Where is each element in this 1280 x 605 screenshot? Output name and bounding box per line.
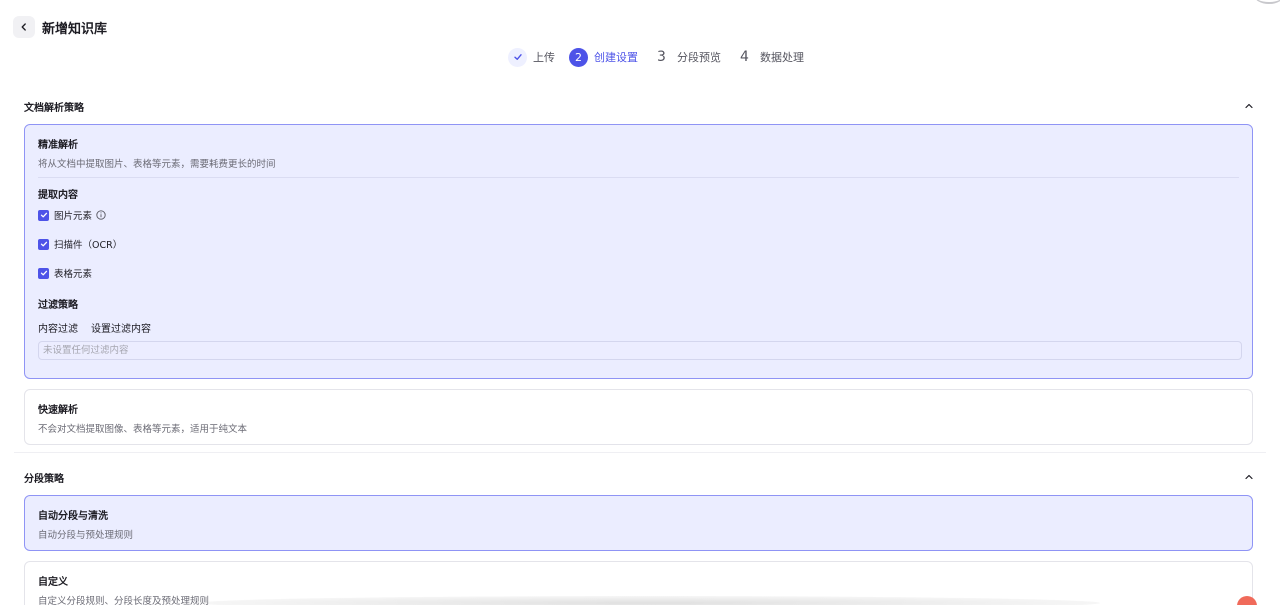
page-header: 新增知识库 — [0, 0, 1280, 52]
step-label: 创建设置 — [594, 51, 638, 64]
chevron-up-icon[interactable] — [1242, 99, 1256, 113]
info-icon[interactable] — [96, 210, 106, 220]
precise-parse-card[interactable]: 精准解析 将从文档中提取图片、表格等元素，需要耗费更长的时间 提取内容 图片元素… — [24, 124, 1253, 379]
divider — [38, 177, 1239, 178]
option-table-elements[interactable]: 表格元素 — [38, 266, 92, 280]
option-label: 扫描件（OCR） — [54, 240, 123, 251]
card-title: 精准解析 — [38, 140, 78, 151]
bottom-shadow — [200, 596, 1100, 605]
checkbox[interactable] — [38, 209, 49, 221]
set-filter-button[interactable]: 设置过滤内容 — [91, 320, 151, 335]
step-segment-preview[interactable]: 3 分段预览 — [652, 48, 721, 67]
card-description: 自动分段与预处理规则 — [38, 530, 134, 541]
page-title: 新增知识库 — [42, 22, 108, 37]
section-title: 文档解析策略 — [24, 102, 84, 114]
option-image-elements[interactable]: 图片元素 — [38, 208, 106, 222]
back-button[interactable] — [13, 16, 35, 38]
chevron-up-icon[interactable] — [1242, 470, 1256, 484]
content-filter-label: 内容过滤 — [38, 324, 78, 335]
step-number: 3 — [657, 49, 666, 65]
check-icon — [40, 241, 47, 247]
step-create-settings[interactable]: 2 创建设置 — [569, 47, 638, 67]
fast-parse-card[interactable]: 快速解析 不会对文档提取图像、表格等元素，适用于纯文本 — [24, 389, 1253, 445]
step-data-processing[interactable]: 4 数据处理 — [735, 48, 804, 67]
chevron-left-icon — [21, 23, 26, 31]
section-divider — [14, 452, 1266, 453]
auto-segment-card[interactable]: 自动分段与清洗 自动分段与预处理规则 — [24, 495, 1253, 551]
step-upload[interactable]: 上传 — [508, 47, 555, 67]
step-label: 数据处理 — [760, 51, 804, 64]
card-description: 将从文档中提取图片、表格等元素，需要耗费更长的时间 — [38, 159, 276, 170]
check-icon — [513, 54, 522, 60]
option-ocr[interactable]: 扫描件（OCR） — [38, 237, 122, 251]
assistant-float-button[interactable] — [1237, 596, 1257, 605]
step-label: 分段预览 — [677, 51, 721, 64]
step-done-badge — [508, 47, 527, 67]
card-title: 自动分段与清洗 — [38, 511, 108, 522]
check-icon — [40, 212, 47, 218]
progress-steps: 上传 2 创建设置 3 分段预览 4 数据处理 — [508, 46, 818, 68]
extract-content-title: 提取内容 — [38, 190, 78, 201]
segment-strategy-header: 分段策略 — [24, 467, 1256, 487]
step-number: 2 — [569, 47, 588, 67]
card-description: 自定义分段规则、分段长度及预处理规则 — [38, 596, 210, 605]
checkbox[interactable] — [38, 238, 49, 250]
step-label: 上传 — [533, 51, 555, 64]
card-description: 不会对文档提取图像、表格等元素，适用于纯文本 — [38, 424, 248, 435]
step-number: 4 — [740, 49, 749, 65]
filter-content-field[interactable]: 未设置任何过滤内容 — [38, 341, 1242, 360]
option-label: 图片元素 — [54, 211, 93, 222]
card-title: 快速解析 — [38, 405, 78, 416]
section-title: 分段策略 — [24, 473, 64, 485]
filter-strategy-title: 过滤策略 — [38, 300, 78, 311]
card-title: 自定义 — [38, 577, 68, 588]
checkbox[interactable] — [38, 267, 49, 279]
check-icon — [40, 270, 47, 276]
parse-strategy-header: 文档解析策略 — [24, 96, 1256, 116]
option-label: 表格元素 — [54, 269, 93, 280]
